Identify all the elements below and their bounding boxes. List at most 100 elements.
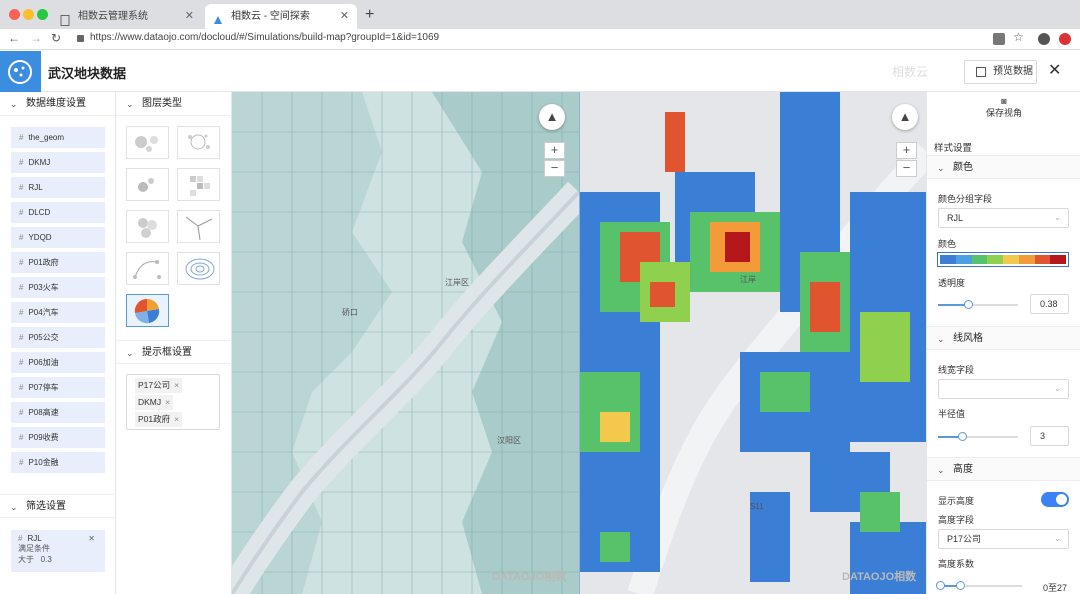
field-item[interactable]: # the_geom: [11, 127, 105, 148]
opacity-slider[interactable]: [938, 300, 1018, 309]
url-field[interactable]: https://www.dataojo.com/docloud/#/Simula…: [90, 32, 439, 43]
line-width-label: 线宽字段: [938, 365, 975, 375]
map-district-label: 江岸区: [445, 278, 469, 287]
field-item[interactable]: # P09收费: [11, 427, 105, 448]
scatter-layer-icon[interactable]: [177, 126, 220, 159]
opacity-label: 透明度: [938, 278, 966, 288]
app-logo[interactable]: [0, 51, 41, 92]
color-section-header[interactable]: ⌄ 颜色: [927, 155, 1080, 179]
tag-close-icon[interactable]: ×: [165, 397, 170, 407]
browser-tab-active[interactable]: 相数云 - 空间探索 ✕: [205, 4, 357, 29]
color-group-select[interactable]: RJL ⌄: [938, 208, 1069, 228]
field-item[interactable]: # P10金融: [11, 452, 105, 473]
browser-tab[interactable]: 相数云管理系统 ✕: [52, 4, 202, 29]
height-section-header[interactable]: ⌄ 高度: [927, 457, 1080, 481]
slider-knob[interactable]: [956, 581, 965, 590]
bubble-layer-icon[interactable]: [126, 168, 169, 201]
grid-layer-icon[interactable]: [177, 168, 220, 201]
field-label: P08高速: [28, 408, 59, 417]
close-icon[interactable]: ✕: [1048, 60, 1061, 80]
tooltip-tag[interactable]: P17公司 ×: [135, 378, 183, 393]
arc-layer-icon[interactable]: [126, 252, 169, 285]
chevron-down-icon: ⌄: [937, 163, 945, 173]
field-item[interactable]: # RJL: [11, 177, 105, 198]
maximize-window-button[interactable]: [37, 9, 48, 20]
slider-knob[interactable]: [964, 300, 973, 309]
save-view-button[interactable]: ◙ 保存视角: [927, 92, 1080, 126]
field-item[interactable]: # YDQD: [11, 227, 105, 248]
field-item[interactable]: # P05公交: [11, 327, 105, 348]
address-bar: ← → ↻ https://www.dataojo.com/docloud/#/…: [0, 29, 1080, 50]
color-swatch: [1034, 255, 1051, 264]
height-field-select[interactable]: P17公司 ⌄: [938, 529, 1069, 549]
data-dimension-header[interactable]: ⌄ 数据维度设置: [0, 92, 116, 116]
opacity-input[interactable]: 0.38: [1030, 294, 1069, 314]
field-item[interactable]: # DLCD: [11, 202, 105, 223]
map-watermark: DATAOJO相数: [492, 571, 567, 583]
bookmark-star-icon[interactable]: ☆: [1013, 30, 1024, 44]
field-label: P01政府: [28, 258, 59, 267]
zoom-out-button[interactable]: −: [544, 160, 565, 177]
radius-input[interactable]: 3: [1030, 426, 1069, 446]
field-item[interactable]: # P06加油: [11, 352, 105, 373]
field-item[interactable]: # P03火车: [11, 277, 105, 298]
tooltip-tag[interactable]: P01政府 ×: [135, 412, 183, 427]
chevron-down-icon: ⌄: [1054, 384, 1061, 393]
compass-icon[interactable]: ▲: [539, 104, 565, 130]
filter-header[interactable]: ⌄ 筛选设置: [0, 494, 116, 518]
line-layer-icon[interactable]: [177, 210, 220, 243]
minimize-window-button[interactable]: [23, 9, 34, 20]
page-title: 武汉地块数据: [48, 66, 127, 81]
field-item[interactable]: # P01政府: [11, 252, 105, 273]
remove-filter-icon[interactable]: ✕: [88, 534, 95, 543]
color-swatch: [940, 255, 956, 264]
map-right-3d[interactable]: ▲ + − 江岸 S11 DATAOJO相数: [579, 92, 926, 594]
section-title: 高度: [953, 464, 973, 475]
height-coef-slider[interactable]: [936, 581, 1022, 590]
back-arrow-icon[interactable]: ←: [8, 31, 20, 45]
line-style-section-header[interactable]: ⌄ 线风格: [927, 326, 1080, 350]
toggle-knob: [1056, 494, 1067, 505]
map-left[interactable]: ▲ + − 江岸区 硚口 汉阳区 DATAOJO相数: [232, 92, 579, 594]
field-item[interactable]: # P07停车: [11, 377, 105, 398]
field-item[interactable]: # P08高速: [11, 402, 105, 423]
translate-icon[interactable]: [993, 33, 1005, 45]
close-window-button[interactable]: [9, 9, 20, 20]
field-item[interactable]: # DKMJ: [11, 152, 105, 173]
tab-close-icon[interactable]: ✕: [340, 4, 349, 29]
tooltip-header[interactable]: ⌄ 提示框设置: [116, 340, 232, 364]
heatmap-layer-icon[interactable]: [126, 126, 169, 159]
tag-close-icon[interactable]: ×: [174, 380, 179, 390]
compass-icon[interactable]: ▲: [892, 104, 918, 130]
slider-knob[interactable]: [958, 432, 967, 441]
layer-type-header[interactable]: ⌄ 图层类型: [116, 92, 232, 116]
filter-card[interactable]: # RJL ✕ 满足条件 大于 0.3: [11, 530, 105, 572]
radius-slider[interactable]: [938, 432, 1018, 441]
select-value: RJL: [947, 213, 964, 223]
hash-icon: #: [19, 358, 24, 367]
new-tab-button[interactable]: +: [365, 4, 374, 26]
show-height-toggle[interactable]: [1041, 492, 1069, 507]
hash-icon: #: [19, 308, 24, 317]
field-item[interactable]: # P04汽车: [11, 302, 105, 323]
reload-icon[interactable]: ↻: [51, 31, 61, 45]
tag-close-icon[interactable]: ×: [174, 414, 179, 424]
extension-icon[interactable]: [1059, 33, 1071, 45]
slider-knob[interactable]: [936, 581, 945, 590]
zoom-in-button[interactable]: +: [544, 142, 565, 159]
forward-arrow-icon[interactable]: →: [30, 31, 42, 45]
contour-layer-icon[interactable]: [177, 252, 220, 285]
preview-data-button[interactable]: 预览数据: [964, 60, 1037, 84]
tooltip-tag[interactable]: DKMJ ×: [135, 395, 174, 410]
zoom-out-button[interactable]: −: [896, 160, 917, 177]
select-value: P17公司: [947, 534, 982, 544]
polygon-layer-icon[interactable]: [126, 294, 169, 327]
color-ramp-picker[interactable]: [937, 252, 1069, 267]
hexbin-layer-icon[interactable]: [126, 210, 169, 243]
tab-close-icon[interactable]: ✕: [185, 4, 194, 29]
zoom-in-button[interactable]: +: [896, 142, 917, 159]
profile-avatar-icon[interactable]: [1038, 33, 1050, 45]
line-width-select[interactable]: ⌄: [938, 379, 1069, 399]
tooltip-tag-box[interactable]: P17公司 × DKMJ × P01政府 ×: [126, 374, 220, 430]
field-label: P03火车: [28, 283, 59, 292]
